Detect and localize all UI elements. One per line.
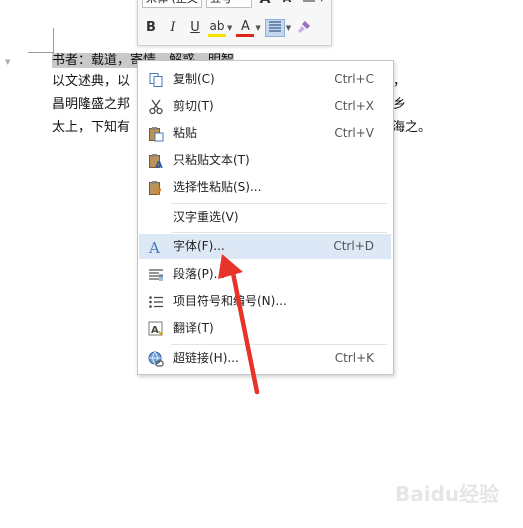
red-annotation-arrow (218, 254, 260, 395)
watermark-logo: Baidu经验 (395, 482, 500, 506)
